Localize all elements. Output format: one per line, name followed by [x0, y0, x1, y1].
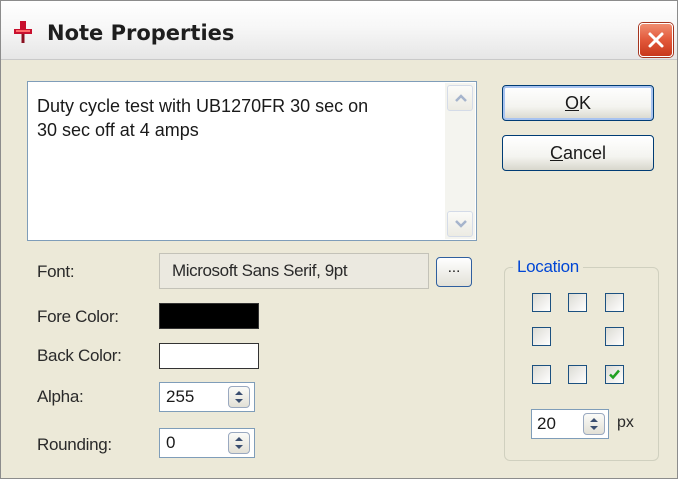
pushpin-icon [11, 20, 35, 44]
location-middle-left-checkbox[interactable] [532, 327, 551, 346]
alpha-value[interactable]: 255 [166, 387, 194, 407]
rounding-label: Rounding: [37, 435, 112, 454]
location-offset-unit: px [617, 414, 634, 431]
font-field: Microsoft Sans Serif, 9pt [159, 253, 429, 289]
ok-accelerator: O [564, 93, 579, 113]
location-legend: Location [513, 257, 583, 277]
fore-color-swatch[interactable] [159, 303, 259, 329]
chevron-up-icon [455, 94, 467, 102]
checkmark-icon [609, 369, 620, 380]
alpha-spin-buttons[interactable] [228, 386, 250, 408]
alpha-stepper[interactable]: 255 [159, 382, 255, 412]
note-text-area[interactable]: Duty cycle test with UB1270FR 30 sec on … [27, 81, 477, 241]
window-title: Note Properties [47, 21, 235, 45]
rounding-value[interactable]: 0 [166, 433, 175, 453]
cancel-button[interactable]: Cancel [502, 135, 654, 171]
title-bar[interactable]: Note Properties [1, 1, 677, 60]
scroll-up-button[interactable] [447, 85, 473, 111]
close-button[interactable] [639, 23, 673, 57]
note-text[interactable]: Duty cycle test with UB1270FR 30 sec on … [37, 94, 447, 142]
spin-arrows-icon [590, 418, 598, 430]
location-top-center-checkbox[interactable] [568, 293, 587, 312]
location-bottom-left-checkbox[interactable] [532, 365, 551, 384]
close-icon [648, 32, 664, 48]
fore-color-label: Fore Color: [37, 307, 119, 326]
chevron-down-icon [455, 220, 467, 228]
location-offset-stepper[interactable]: 20 [531, 409, 609, 439]
alpha-label: Alpha: [37, 387, 84, 406]
note-properties-dialog: Note Properties Duty cycle test with UB1… [0, 0, 678, 479]
ok-label: K [579, 93, 592, 113]
back-color-swatch[interactable] [159, 343, 259, 369]
rounding-stepper[interactable]: 0 [159, 428, 255, 458]
location-middle-right-checkbox[interactable] [605, 327, 624, 346]
rounding-spin-buttons[interactable] [228, 432, 250, 454]
note-scrollbar[interactable] [445, 83, 475, 239]
location-top-right-checkbox[interactable] [605, 293, 624, 312]
location-top-left-checkbox[interactable] [532, 293, 551, 312]
location-offset-spin-buttons[interactable] [583, 413, 605, 435]
location-offset-value[interactable]: 20 [537, 414, 556, 434]
spin-arrows-icon [235, 437, 243, 449]
location-bottom-right-checkbox[interactable] [605, 365, 624, 384]
font-browse-button[interactable]: ... [436, 257, 472, 287]
cancel-accelerator: C [549, 143, 563, 163]
scroll-down-button[interactable] [447, 211, 473, 237]
back-color-label: Back Color: [37, 346, 122, 365]
font-label: Font: [37, 262, 75, 281]
ok-button[interactable]: OK [502, 85, 654, 121]
cancel-label: ancel [562, 143, 607, 163]
location-bottom-center-checkbox[interactable] [568, 365, 587, 384]
spin-arrows-icon [235, 391, 243, 403]
